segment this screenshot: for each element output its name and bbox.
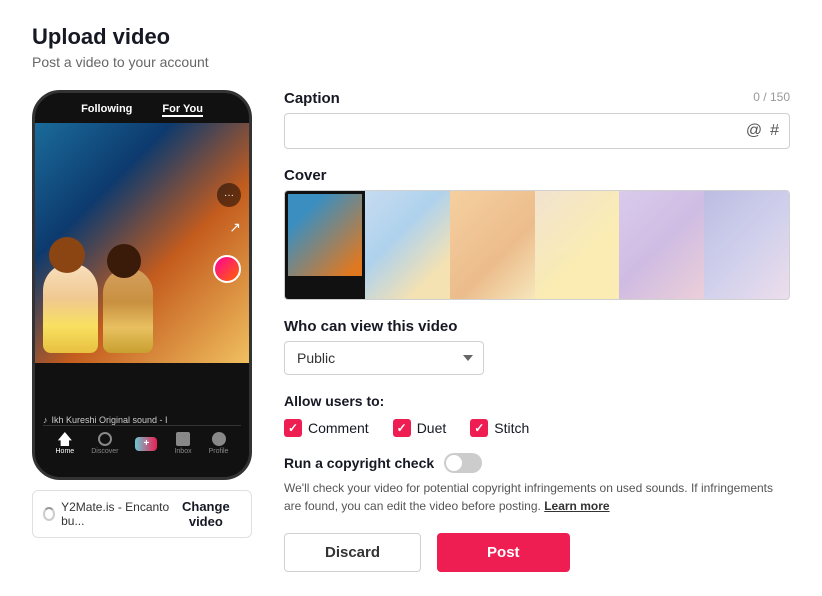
nav-discover-label: Discover	[91, 448, 118, 455]
visibility-dropdown[interactable]: Public Friends Private	[284, 341, 484, 375]
caption-counter: 0 / 150	[753, 90, 790, 104]
stitch-label: Stitch	[494, 420, 529, 436]
nav-home-label: Home	[56, 448, 75, 455]
comment-option: Comment	[284, 419, 369, 437]
copyright-section: Run a copyright check We'll check your v…	[284, 453, 790, 515]
caption-label: Caption 0 / 150	[284, 90, 790, 107]
character-head	[49, 237, 85, 273]
cover-thumb-3[interactable]	[535, 191, 620, 299]
cover-thumb-2[interactable]	[450, 191, 535, 299]
phone-video: ··· ↗ ♡	[35, 123, 249, 363]
for-you-tab: For You	[162, 103, 203, 117]
cover-label: Cover	[284, 167, 790, 184]
nav-profile-label: Profile	[209, 448, 229, 455]
page-subtitle: Post a video to your account	[32, 54, 790, 70]
stitch-option: Stitch	[470, 419, 529, 437]
caption-icons: @ #	[746, 122, 779, 140]
comment-checkbox[interactable]	[284, 419, 302, 437]
cover-thumb-5[interactable]	[704, 191, 789, 299]
avatar	[213, 255, 241, 283]
stitch-checkbox[interactable]	[470, 419, 488, 437]
following-tab: Following	[81, 103, 132, 117]
action-buttons: Discard Post	[284, 533, 790, 572]
duet-option: Duet	[393, 419, 447, 437]
learn-more-link[interactable]: Learn more	[544, 499, 609, 513]
checkboxes-row: Comment Duet Stitch	[284, 419, 790, 437]
home-icon	[58, 432, 72, 446]
comment-label: Comment	[308, 420, 369, 436]
phone-bottom-info: ♪ Ikh Kureshi Original sound - I Home Di…	[35, 363, 249, 463]
loading-icon	[43, 507, 55, 521]
cover-thumbnails	[365, 191, 789, 299]
post-button[interactable]: Post	[437, 533, 570, 572]
nav-add: +	[135, 437, 157, 451]
nav-inbox-label: Inbox	[174, 448, 191, 455]
phone-preview: Following For You ··· ↗ ♡	[32, 90, 252, 538]
inbox-icon	[176, 432, 190, 446]
character2-head	[107, 244, 141, 278]
at-icon[interactable]: @	[746, 122, 762, 140]
song-title: Ikh Kureshi Original sound - I	[52, 415, 168, 425]
discover-icon	[98, 432, 112, 446]
profile-icon	[212, 432, 226, 446]
cover-selected-frame[interactable]	[285, 191, 365, 299]
phone-nav: Home Discover + Inbox Pro	[43, 425, 241, 457]
nav-home: Home	[56, 432, 75, 455]
add-icon: +	[135, 437, 157, 451]
hash-icon[interactable]: #	[770, 122, 779, 140]
discard-button[interactable]: Discard	[284, 533, 421, 572]
caption-field-wrap: @ #	[284, 113, 790, 149]
change-video-button[interactable]: Change video	[171, 499, 241, 529]
song-info: ♪ Ikh Kureshi Original sound - I	[43, 415, 241, 425]
copyright-title: Run a copyright check	[284, 455, 434, 471]
cover-thumb-1[interactable]	[365, 191, 450, 299]
nav-inbox: Inbox	[174, 432, 191, 455]
allow-users-label: Allow users to:	[284, 393, 790, 409]
video-filename: Y2Mate.is - Encanto bu...	[61, 500, 171, 528]
character-body	[43, 263, 98, 353]
copyright-toggle[interactable]	[444, 453, 482, 473]
visibility-section: Who can view this video Public Friends P…	[284, 318, 790, 375]
right-panel: Caption 0 / 150 @ # Cover Who can view	[284, 90, 790, 572]
phone-mockup: Following For You ··· ↗ ♡	[32, 90, 252, 480]
share-icon: ↗	[229, 219, 241, 236]
character2-body	[103, 268, 153, 353]
visibility-label: Who can view this video	[284, 318, 790, 335]
phone-tab-bar: Following For You	[35, 93, 249, 123]
main-layout: Following For You ··· ↗ ♡	[32, 90, 790, 572]
video-source-bar: Y2Mate.is - Encanto bu... Change video	[32, 490, 252, 538]
caption-input[interactable]	[295, 123, 746, 139]
copyright-description: We'll check your video for potential cop…	[284, 479, 790, 515]
duet-checkbox[interactable]	[393, 419, 411, 437]
duet-label: Duet	[417, 420, 447, 436]
cover-strip[interactable]	[284, 190, 790, 300]
nav-profile: Profile	[209, 432, 229, 455]
copyright-header: Run a copyright check	[284, 453, 790, 473]
allow-users-section: Allow users to: Comment Duet Stitch	[284, 393, 790, 437]
page-title: Upload video	[32, 24, 790, 50]
video-source-info: Y2Mate.is - Encanto bu...	[43, 500, 171, 528]
nav-discover: Discover	[91, 432, 118, 455]
three-dots-icon: ···	[217, 183, 241, 207]
cover-thumb-4[interactable]	[619, 191, 704, 299]
